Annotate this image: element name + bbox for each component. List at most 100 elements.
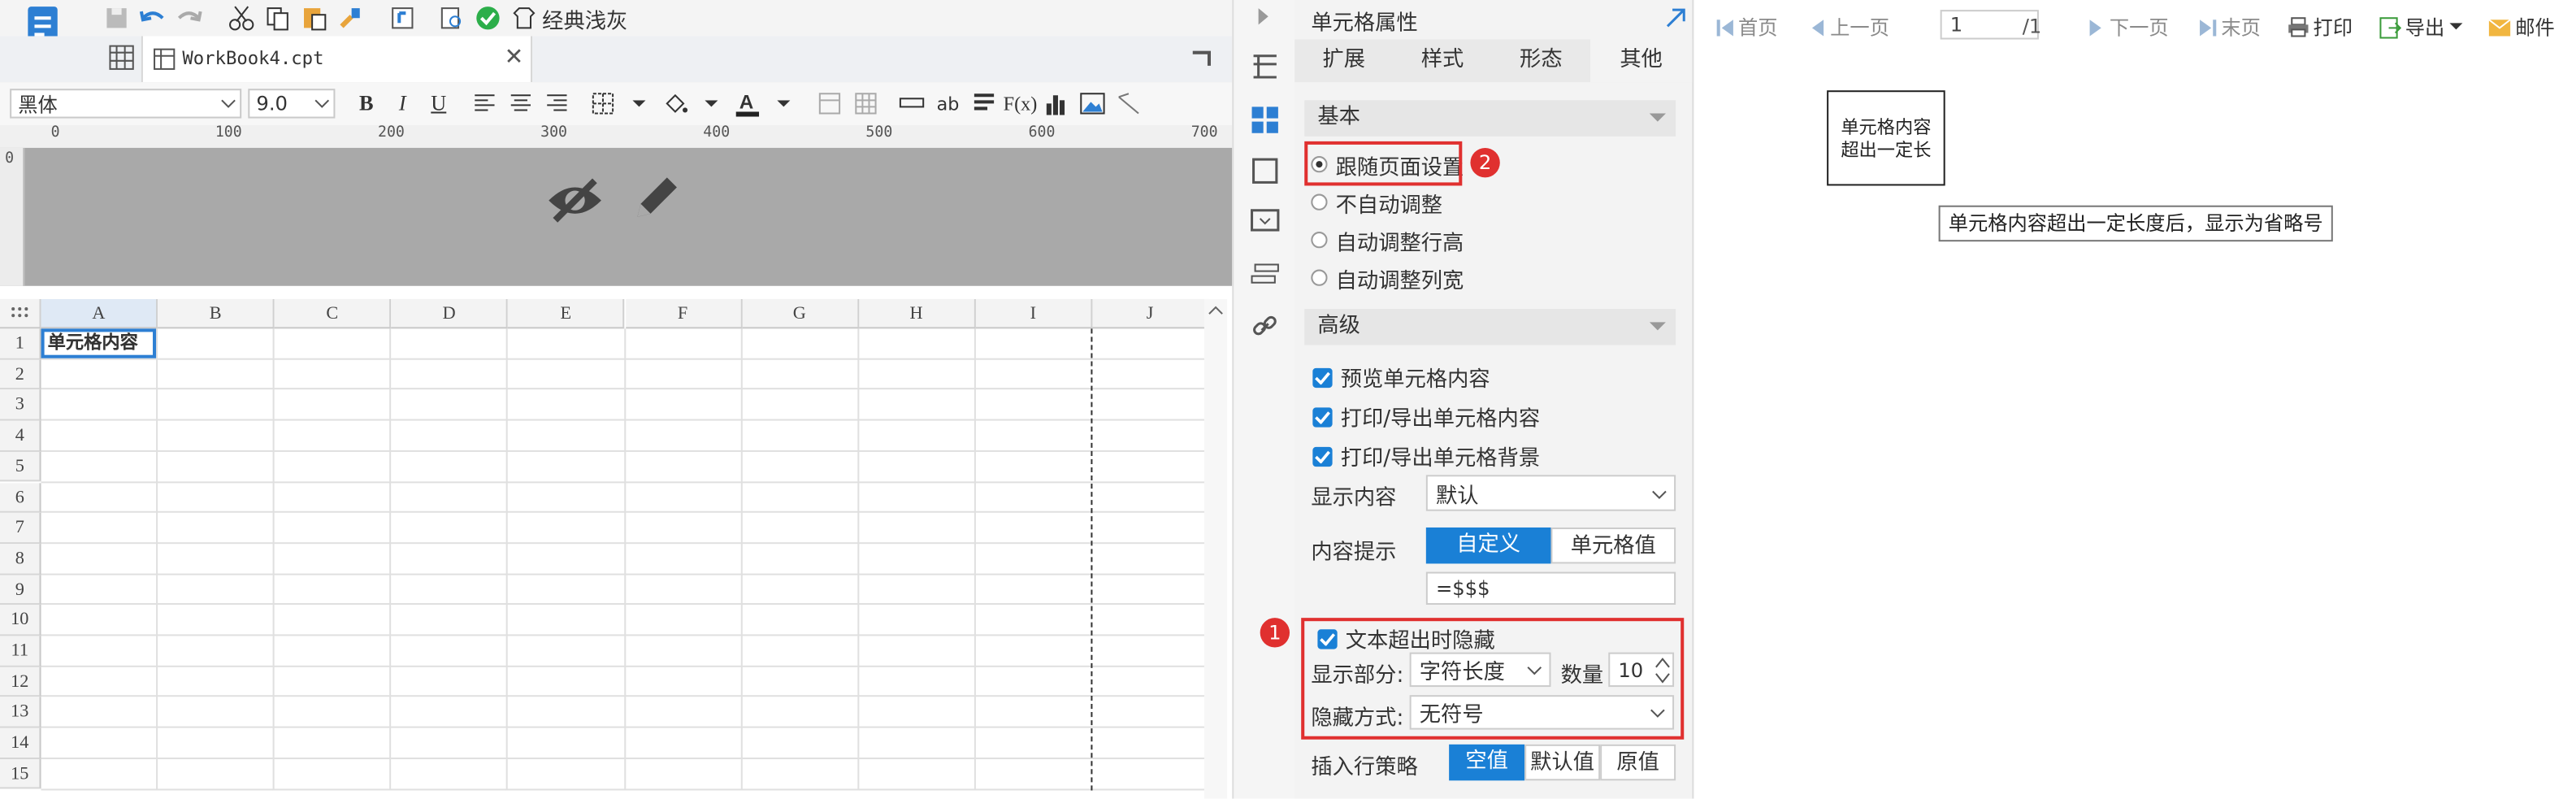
row-header[interactable]: 3 (0, 389, 41, 421)
border-icon[interactable] (588, 89, 618, 118)
row-header[interactable]: 6 (0, 482, 41, 514)
merge-cells-icon[interactable] (815, 89, 844, 118)
check-hide-overflow[interactable]: 文本超出时隐藏 (1317, 623, 1495, 654)
row-header[interactable]: 8 (0, 543, 41, 575)
cut-icon[interactable] (227, 3, 256, 33)
advanced-section-header[interactable]: 高级 (1304, 309, 1676, 345)
column-header[interactable]: B (158, 298, 275, 329)
row-header[interactable]: 1 (0, 328, 41, 360)
show-part-select[interactable]: 字符长度 (1409, 652, 1551, 688)
row-header[interactable]: 14 (0, 727, 41, 759)
grid-icon[interactable] (108, 45, 134, 71)
row-header[interactable]: 10 (0, 605, 41, 636)
column-header[interactable]: D (391, 298, 509, 329)
split-cells-icon[interactable] (851, 89, 880, 118)
column-header[interactable]: F (625, 298, 742, 329)
dropdown-arrow-icon[interactable] (769, 89, 798, 118)
cell-properties-icon[interactable] (1248, 103, 1281, 136)
text-field-icon[interactable] (897, 89, 926, 118)
theme-shirt-icon[interactable] (510, 3, 539, 33)
formula-icon[interactable]: F(x) (1004, 89, 1038, 118)
template-icon[interactable] (388, 3, 417, 33)
tab-workbook[interactable]: WorkBook4.cpt ✕ (141, 36, 533, 83)
pin-icon[interactable] (1190, 50, 1212, 69)
column-header[interactable]: J (1092, 298, 1209, 329)
column-header[interactable]: G (741, 298, 859, 329)
align-right-icon[interactable] (542, 89, 571, 118)
copy-icon[interactable] (262, 3, 292, 33)
collapse-arrow-icon[interactable] (1255, 7, 1272, 26)
count-stepper[interactable]: 10 (1608, 652, 1675, 688)
bold-icon[interactable]: B (352, 89, 381, 118)
redo-icon[interactable] (174, 3, 203, 33)
paragraph-icon[interactable] (969, 89, 999, 118)
column-header[interactable]: H (858, 298, 976, 329)
mail-button[interactable]: 邮件 (2487, 13, 2555, 41)
cell-a1[interactable]: 单元格内容 (41, 328, 157, 358)
radio-auto-col-width[interactable]: 自动调整列宽 (1311, 264, 1464, 293)
export-button[interactable]: 导出 (2379, 13, 2463, 41)
chart-icon[interactable] (1042, 89, 1071, 118)
align-center-icon[interactable] (506, 89, 536, 118)
undo-icon[interactable] (138, 3, 167, 33)
stepper-arrows-icon[interactable] (1654, 656, 1671, 685)
text-ab-icon[interactable]: ab (933, 89, 962, 118)
dropdown-arrow-icon[interactable] (624, 89, 653, 118)
theme-label[interactable]: 经典浅灰 (542, 2, 627, 33)
fill-color-icon[interactable] (661, 89, 690, 118)
insert-null-option[interactable]: 空值 (1449, 744, 1525, 781)
grid-corner[interactable] (0, 298, 41, 329)
expand-arrow-icon[interactable] (1664, 7, 1687, 29)
tooltip-formula-input[interactable]: =$$$ (1425, 571, 1676, 605)
next-page-button[interactable]: 下一页 (2087, 13, 2169, 41)
row-header[interactable]: 4 (0, 420, 41, 452)
hide-mode-select[interactable]: 无符号 (1409, 695, 1675, 730)
insert-default-option[interactable]: 默认值 (1524, 744, 1601, 781)
check-print-background[interactable]: 打印/导出单元格背景 (1312, 441, 1540, 471)
column-header[interactable]: C (275, 298, 392, 329)
row-header[interactable]: 13 (0, 697, 41, 728)
preview-cell[interactable]: 单元格内容 超出一定长 (1827, 90, 1945, 186)
basic-section-header[interactable]: 基本 (1304, 100, 1676, 137)
column-header[interactable]: E (508, 298, 626, 329)
eye-off-icon[interactable] (545, 174, 605, 227)
radio-auto-row-height[interactable]: 自动调整行高 (1311, 227, 1464, 255)
radio-no-auto[interactable]: 不自动调整 (1311, 189, 1442, 218)
condition-icon[interactable] (1251, 209, 1280, 235)
widget-icon[interactable] (1251, 156, 1280, 185)
cell-layout-icon[interactable] (1251, 51, 1280, 80)
font-color-icon[interactable]: A (733, 89, 762, 118)
check-icon[interactable] (473, 3, 502, 33)
align-left-icon[interactable] (470, 89, 499, 118)
font-size-select[interactable]: 9.0 (248, 89, 336, 119)
close-icon[interactable]: ✕ (505, 45, 524, 71)
font-family-select[interactable]: 黑体 (10, 89, 242, 119)
row-header[interactable]: 2 (0, 359, 41, 390)
tab-style[interactable]: 样式 (1393, 40, 1491, 83)
prev-page-button[interactable]: 上一页 (1807, 13, 1889, 41)
image-icon[interactable] (1078, 89, 1107, 118)
row-header[interactable]: 9 (0, 574, 41, 606)
italic-icon[interactable]: I (388, 89, 417, 118)
row-header[interactable]: 11 (0, 636, 41, 667)
row-header[interactable]: 12 (0, 667, 41, 697)
tooltip-custom-option[interactable]: 自定义 (1425, 527, 1551, 564)
insert-original-option[interactable]: 原值 (1600, 744, 1676, 781)
display-content-select[interactable]: 默认 (1425, 475, 1676, 511)
format-painter-icon[interactable] (335, 3, 364, 33)
tab-expand[interactable]: 扩展 (1295, 40, 1393, 83)
edit-pencil-icon[interactable] (627, 171, 683, 227)
row-header[interactable]: 5 (0, 451, 41, 483)
check-preview-content[interactable]: 预览单元格内容 (1312, 362, 1490, 393)
column-header[interactable]: I (975, 298, 1093, 329)
row-header[interactable]: 15 (0, 758, 41, 790)
column-header[interactable]: A (41, 298, 158, 329)
slash-icon[interactable] (1114, 89, 1143, 118)
dropdown-arrow-icon[interactable] (696, 89, 726, 118)
tab-other[interactable]: 其他 (1590, 39, 1693, 83)
first-page-button[interactable]: 首页 (1715, 13, 1778, 41)
check-print-content[interactable]: 打印/导出单元格内容 (1312, 401, 1540, 432)
row-header[interactable]: 7 (0, 513, 41, 544)
preview-search-icon[interactable] (437, 3, 466, 33)
last-page-button[interactable]: 末页 (2198, 13, 2261, 41)
